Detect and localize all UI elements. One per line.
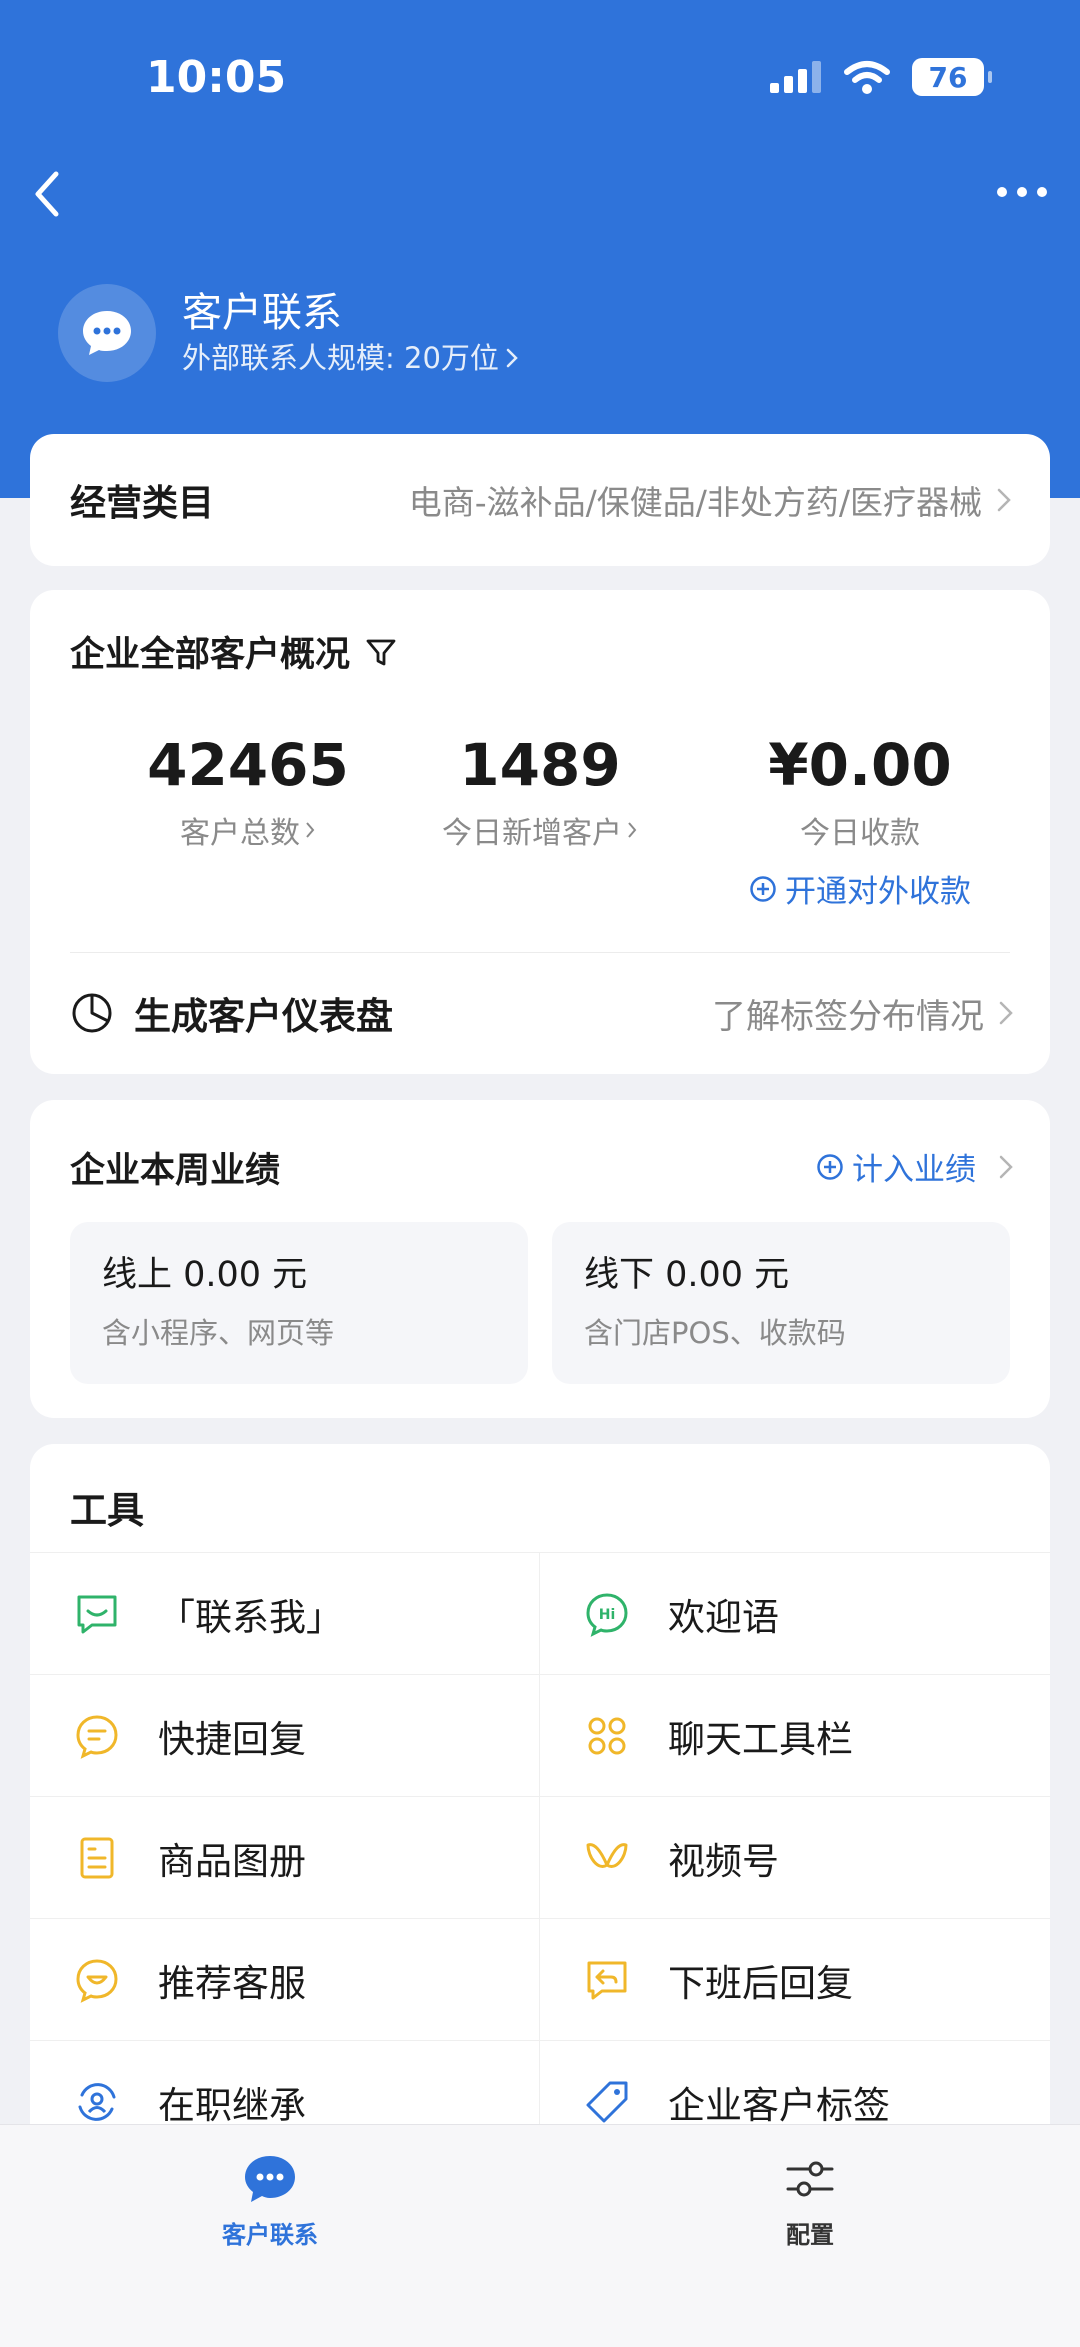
- business-category-row[interactable]: 经营类目 电商-滋补品/保健品/非处方药/医疗器械: [30, 434, 1050, 566]
- chevron-right-icon: [628, 822, 637, 838]
- tool-chat-toolbar[interactable]: 聊天工具栏: [540, 1675, 1050, 1796]
- tool-label: 欢迎语: [668, 1595, 779, 1639]
- tool-quick-reply[interactable]: 快捷回复: [30, 1675, 540, 1796]
- enable-payment-link[interactable]: 开通对外收款: [690, 866, 1030, 911]
- tab-label: 客户联系: [222, 2221, 318, 2249]
- overview-title-row: 企业全部客户概况: [70, 626, 398, 677]
- page-title: 客户联系: [182, 290, 342, 336]
- tool-channels[interactable]: 视频号: [540, 1797, 1050, 1918]
- tool-label: 推荐客服: [158, 1961, 306, 2005]
- bottom-tab-bar: 客户联系 配置: [0, 2124, 1080, 2347]
- online-amount: 线上 0.00 元: [102, 1255, 308, 1295]
- add-circle-icon: [750, 875, 776, 902]
- customer-tag-icon: [586, 2081, 628, 2122]
- product-album-icon: [80, 1837, 114, 1878]
- wifi-icon: [844, 61, 890, 94]
- tool-row: 「联系我」 Hi 欢迎语: [30, 1552, 1050, 1674]
- new-customers-value: 1489: [459, 731, 621, 799]
- offline-description: 含门店POS、收款码: [584, 1316, 846, 1350]
- tool-recommend-service[interactable]: 推荐客服: [30, 1919, 540, 2040]
- online-description: 含小程序、网页等: [102, 1316, 335, 1350]
- tool-row: 推荐客服 下班后回复: [30, 1918, 1050, 2040]
- tools-grid: 「联系我」 Hi 欢迎语 快捷回复 聊天工具栏 商品图册 视频号 推荐客服 下班…: [30, 1552, 1050, 2162]
- customer-dashboard-row[interactable]: 生成客户仪表盘 了解标签分布情况: [70, 952, 1014, 1074]
- stat-today-payment: ¥0.00 今日收款 开通对外收款: [690, 730, 1030, 911]
- pie-chart-icon: [72, 993, 112, 1033]
- status-icons: 76: [770, 58, 992, 96]
- back-arrow-icon[interactable]: [28, 168, 68, 220]
- total-customers-label: 客户总数: [78, 808, 418, 852]
- online-performance-box[interactable]: 线上 0.00 元 含小程序、网页等: [70, 1222, 528, 1384]
- chat-bubble-icon: [83, 311, 131, 355]
- status-bar: 10:05 76: [0, 0, 1080, 150]
- chevron-right-icon: [999, 1001, 1013, 1025]
- chevron-right-icon: [999, 1155, 1013, 1178]
- tool-after-hours-reply[interactable]: 下班后回复: [540, 1919, 1050, 2040]
- tab-label: 配置: [786, 2221, 834, 2249]
- overview-title: 企业全部客户概况: [70, 635, 351, 675]
- hi-greeting-icon: Hi: [586, 1592, 628, 1637]
- stat-new-customers[interactable]: 1489 今日新增客户: [370, 730, 710, 852]
- tool-row: 商品图册 视频号: [30, 1796, 1050, 1918]
- after-hours-reply-icon: [587, 1961, 627, 1999]
- customer-overview-card: 企业全部客户概况 42465 客户总数 1489 今日新增客户 ¥0.00 今日…: [30, 590, 1050, 1074]
- chevron-right-icon: [506, 348, 518, 368]
- dashboard-label: 生成客户仪表盘: [134, 995, 393, 1038]
- tool-label: 聊天工具栏: [668, 1717, 853, 1761]
- today-payment-value: ¥0.00: [768, 731, 952, 799]
- weekly-performance-card: 企业本周业绩 计入业绩 线上 0.00 元 含小程序、网页等 线下 0.00 元…: [30, 1100, 1050, 1418]
- more-options-icon[interactable]: [994, 180, 1050, 204]
- add-performance-text: 计入业绩: [852, 1152, 976, 1188]
- new-customers-label: 今日新增客户: [370, 808, 710, 852]
- today-payment-label-text: 今日收款: [800, 816, 920, 851]
- app-profile: 客户联系 外部联系人规模: 20万位: [58, 284, 519, 382]
- contact-scale-link[interactable]: 外部联系人规模: 20万位: [182, 338, 519, 378]
- today-payment-label: 今日收款: [690, 808, 1030, 852]
- offline-amount: 线下 0.00 元: [584, 1255, 790, 1295]
- tool-row: 快捷回复 聊天工具栏: [30, 1674, 1050, 1796]
- add-circle-icon: [817, 1153, 843, 1180]
- signal-icon: [770, 61, 821, 93]
- sliders-icon: [786, 2161, 834, 2197]
- add-performance-link[interactable]: 计入业绩: [816, 1144, 1014, 1189]
- total-customers-label-text: 客户总数: [180, 816, 300, 851]
- recommend-service-icon: [76, 1958, 118, 2003]
- tool-label: 企业客户标签: [668, 2083, 890, 2127]
- tool-label: 下班后回复: [668, 1961, 853, 2005]
- stat-total-customers[interactable]: 42465 客户总数: [78, 730, 418, 852]
- svg-text:Hi: Hi: [599, 1607, 616, 1623]
- channels-icon: [586, 1842, 628, 1868]
- tab-customer-contact[interactable]: 客户联系: [0, 2125, 540, 2347]
- chat-bubble-icon: [245, 2156, 295, 2202]
- inheritance-icon: [78, 2082, 116, 2121]
- tool-label: 「联系我」: [158, 1595, 343, 1639]
- tool-label: 视频号: [668, 1839, 779, 1883]
- dashboard-hint: 了解标签分布情况: [712, 996, 984, 1037]
- tab-settings[interactable]: 配置: [540, 2125, 1080, 2347]
- tool-label: 在职继承: [158, 2083, 306, 2127]
- status-time: 10:05: [146, 52, 287, 103]
- contact-scale-text: 外部联系人规模: 20万位: [182, 341, 499, 375]
- tool-label: 快捷回复: [158, 1717, 306, 1761]
- tools-title: 工具: [70, 1489, 144, 1532]
- quick-reply-icon: [76, 1714, 118, 1759]
- category-label: 经营类目: [70, 483, 215, 524]
- contact-me-icon: [77, 1595, 117, 1633]
- battery-indicator: 76: [912, 58, 992, 96]
- tool-welcome-message[interactable]: Hi 欢迎语: [540, 1553, 1050, 1674]
- app-avatar: [58, 284, 156, 382]
- offline-performance-box[interactable]: 线下 0.00 元 含门店POS、收款码: [552, 1222, 1010, 1384]
- category-value: 电商-滋补品/保健品/非处方药/医疗器械: [408, 483, 982, 522]
- enable-payment-text: 开通对外收款: [785, 874, 971, 910]
- tool-product-album[interactable]: 商品图册: [30, 1797, 540, 1918]
- new-customers-label-text: 今日新增客户: [442, 816, 622, 851]
- performance-title: 企业本周业绩: [70, 1151, 281, 1191]
- tool-contact-me[interactable]: 「联系我」: [30, 1553, 540, 1674]
- chevron-right-icon: [997, 488, 1011, 512]
- chat-toolbar-icon: [588, 1717, 626, 1754]
- filter-icon[interactable]: [364, 635, 398, 669]
- total-customers-value: 42465: [147, 731, 349, 799]
- chevron-right-icon: [306, 822, 315, 838]
- tool-label: 商品图册: [158, 1839, 306, 1883]
